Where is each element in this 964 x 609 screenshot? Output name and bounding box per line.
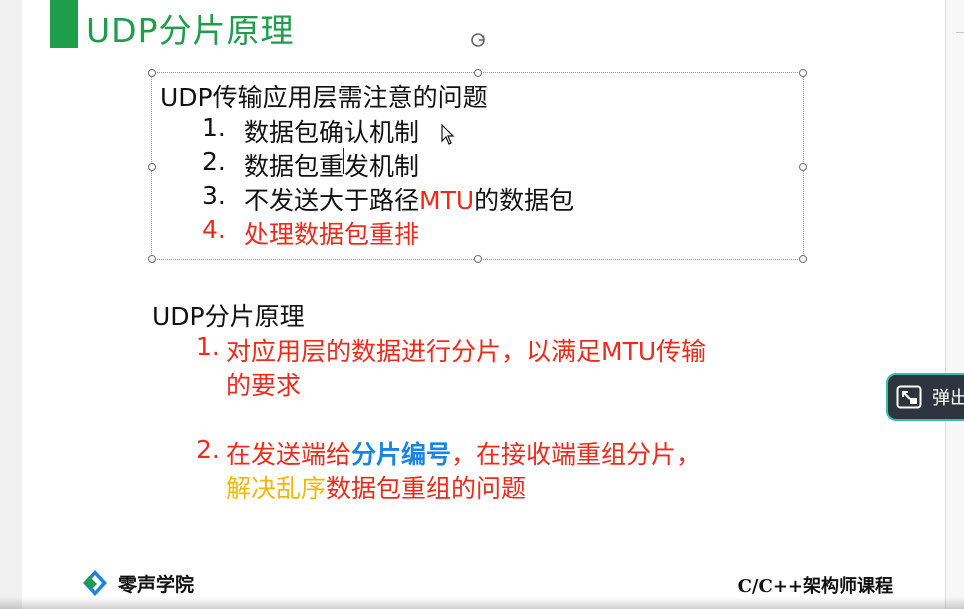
slide-canvas[interactable]: UDP分片原理 UDP传输应用层需注意的问题 1. 数据包确认机制 2. 数据包… xyxy=(22,0,945,609)
academy-logo-icon xyxy=(80,568,110,598)
box1-item-3-text-before: 不发送大于路径 xyxy=(244,186,420,215)
box2-heading: UDP分片原理 xyxy=(152,302,305,331)
resize-handle-top-right[interactable] xyxy=(799,69,807,77)
panel-divider xyxy=(956,32,964,33)
popout-icon xyxy=(896,385,922,409)
footer-course: C/C++架构师课程 xyxy=(737,576,893,597)
resize-handle-top[interactable] xyxy=(474,69,482,77)
box2-item-2-reorder: 解决乱序 xyxy=(226,474,327,503)
mouse-pointer-icon xyxy=(441,123,455,146)
resize-handle-top-left[interactable] xyxy=(148,69,156,77)
box1-item-3-mtu: MTU xyxy=(419,186,475,215)
footer-brand: 零声学院 xyxy=(118,574,195,596)
resize-handle-bottom-right[interactable] xyxy=(799,255,807,263)
popout-button-label: 弹出 xyxy=(932,388,964,409)
box1-item-2-number: 2. xyxy=(202,147,226,176)
box1-heading: UDP传输应用层需注意的问题 xyxy=(160,83,488,112)
box2-item-2-line1: 在发送端给分片编号，在接收端重组分片， xyxy=(226,435,701,471)
box1-item-3-text-after: 的数据包 xyxy=(474,186,575,215)
box1-item-2-text: 数据包重发机制 xyxy=(244,152,420,181)
resize-handle-right[interactable] xyxy=(799,163,807,171)
resize-handle-left[interactable] xyxy=(148,163,156,171)
popout-button[interactable]: 弹出 xyxy=(886,373,964,421)
slide-title: UDP分片原理 xyxy=(86,11,295,50)
box2-item-2-fragment-number: 分片编号 xyxy=(351,440,452,469)
text-caret xyxy=(343,148,344,174)
box1-item-1-text: 数据包确认机制 xyxy=(244,118,420,147)
box1-item-3-number: 3. xyxy=(202,181,226,210)
box2-item-2-line1-pre: 在发送端给 xyxy=(226,440,352,469)
box2-item-2-number: 2. xyxy=(196,435,220,464)
box2-item-2-line2-rest: 数据包重组的问题 xyxy=(326,474,527,503)
box2-item-2-line2: 解决乱序数据包重组的问题 xyxy=(226,469,526,505)
rotate-handle-icon[interactable] xyxy=(468,30,488,50)
box2-item-1-line2: 的要求 xyxy=(226,371,302,400)
box1-item-1-number: 1. xyxy=(202,113,226,142)
box1-item-4-number: 4. xyxy=(202,215,226,244)
bottom-shadow xyxy=(0,597,964,609)
box2-item-2-line1-post: ，在接收端重组分片， xyxy=(451,440,702,469)
box2-item-1-line1: 对应用层的数据进行分片，以满足MTU传输 xyxy=(226,337,707,366)
box1-item-4-text: 处理数据包重排 xyxy=(244,220,420,249)
resize-handle-bottom-left[interactable] xyxy=(148,255,156,263)
side-panel-strip xyxy=(945,0,964,609)
resize-handle-bottom[interactable] xyxy=(474,255,482,263)
box1-item-3-text: 不发送大于路径MTU的数据包 xyxy=(244,181,574,217)
box2-item-1-number: 1. xyxy=(196,332,220,361)
title-accent-bar xyxy=(50,0,78,48)
